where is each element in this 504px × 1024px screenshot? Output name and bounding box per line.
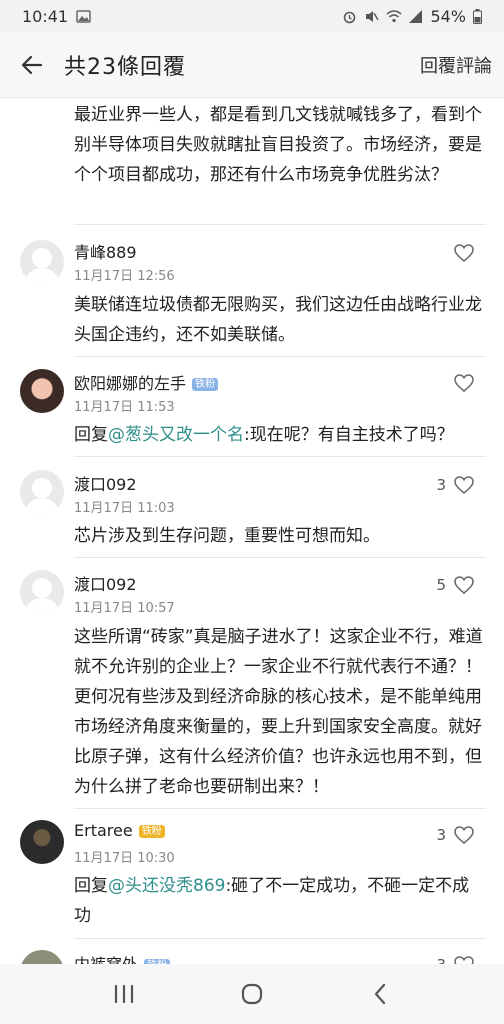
recent-apps-icon: [114, 984, 134, 1004]
comment-time: 11月17日 11:03: [74, 501, 175, 516]
like-count: 3: [436, 956, 446, 964]
comment-time: 11月17日 10:30: [74, 851, 175, 866]
system-back-button[interactable]: [360, 974, 400, 1014]
comment-text: 这些所谓“砖家”真是脑子进水了！这家企业不行，难道就不允许别的企业上？一家企业不…: [74, 627, 483, 797]
like-button[interactable]: 3: [436, 826, 474, 844]
gallery-icon: [76, 9, 91, 24]
comment-username[interactable]: Ertaree 铁粉: [74, 821, 165, 840]
comment-text: 美联储连垃圾债都无限购买，我们这边任由战略行业龙头国企违约，还不如美联储。: [74, 295, 482, 345]
avatar[interactable]: [20, 240, 64, 284]
comment-time: 11月17日 12:56: [74, 269, 175, 284]
status-bar: 10:41 54%: [0, 0, 504, 32]
heart-icon: [454, 576, 474, 594]
like-count: 3: [436, 826, 446, 844]
comment-divider: [74, 938, 486, 939]
mute-icon: [364, 9, 380, 24]
like-button[interactable]: 3: [436, 956, 474, 964]
signal-icon: [408, 9, 423, 24]
comment-divider: [74, 456, 486, 457]
battery-icon: [473, 8, 488, 24]
comment-divider: [74, 356, 486, 357]
comment-divider: [74, 557, 486, 558]
avatar[interactable]: [20, 950, 64, 964]
avatar[interactable]: [20, 470, 64, 514]
comment-username[interactable]: 渡口092: [74, 471, 137, 495]
avatar[interactable]: [20, 820, 64, 864]
avatar[interactable]: [20, 369, 64, 413]
mention-link[interactable]: @葱头又改一个名: [108, 425, 244, 445]
comment-list: 最近业界一些人，都是看到几文钱就喊钱多了，看到个别半导体项目失败就瞎扯盲目投资了…: [0, 98, 504, 964]
status-time: 10:41: [22, 6, 69, 26]
comment-username[interactable]: 内裤窝外铁粉: [74, 951, 171, 964]
heart-icon: [454, 244, 474, 262]
recent-apps-button[interactable]: [104, 974, 144, 1014]
fan-badge: 铁粉: [192, 378, 219, 391]
comment-text: 回复@头还没秃869:砸了不一定成功，不砸一定不成功: [74, 876, 470, 926]
comment-divider: [74, 224, 486, 225]
back-chevron-icon: [374, 983, 386, 1005]
heart-icon: [454, 476, 474, 494]
heart-icon: [454, 956, 474, 964]
like-button[interactable]: [446, 374, 474, 392]
comment-text: 芯片涉及到生存问题，重要性可想而知。: [74, 526, 380, 546]
reply-comment-button[interactable]: 回覆評論: [420, 52, 504, 78]
like-count: 3: [436, 476, 446, 494]
battery-percent: 54%: [430, 6, 466, 26]
home-icon: [241, 983, 263, 1005]
home-button[interactable]: [232, 974, 272, 1014]
like-button[interactable]: 3: [436, 476, 474, 494]
wifi-icon: [386, 9, 402, 24]
system-nav-bar: [0, 964, 504, 1024]
app-header: 共23條回覆 回覆評論: [0, 32, 504, 98]
comment-username[interactable]: 青峰889: [74, 239, 137, 263]
comment-text: 回复@葱头又改一个名:现在呢？有自主技术了吗？: [74, 425, 454, 445]
comment-username[interactable]: 欧阳娜娜的左手 铁粉: [74, 370, 219, 394]
like-button[interactable]: 5: [436, 576, 474, 594]
comment-time: 11月17日 10:57: [74, 601, 175, 616]
comment-username[interactable]: 渡口092: [74, 571, 137, 595]
page-title: 共23條回覆: [64, 54, 186, 80]
comment-text: 最近业界一些人，都是看到几文钱就喊钱多了，看到个别半导体项目失败就瞎扯盲目投资了…: [74, 105, 482, 185]
mention-link[interactable]: @头还没秃869: [108, 876, 225, 896]
back-button[interactable]: [0, 32, 64, 98]
heart-icon: [454, 826, 474, 844]
alarm-icon: [342, 9, 357, 24]
like-button[interactable]: [446, 244, 474, 262]
like-count: 5: [436, 576, 446, 594]
back-arrow-icon: [21, 55, 43, 74]
avatar[interactable]: [20, 570, 64, 614]
comment-divider: [74, 808, 486, 809]
comment-time: 11月17日 11:53: [74, 400, 175, 415]
heart-icon: [454, 374, 474, 392]
fan-badge: 铁粉: [138, 825, 165, 838]
